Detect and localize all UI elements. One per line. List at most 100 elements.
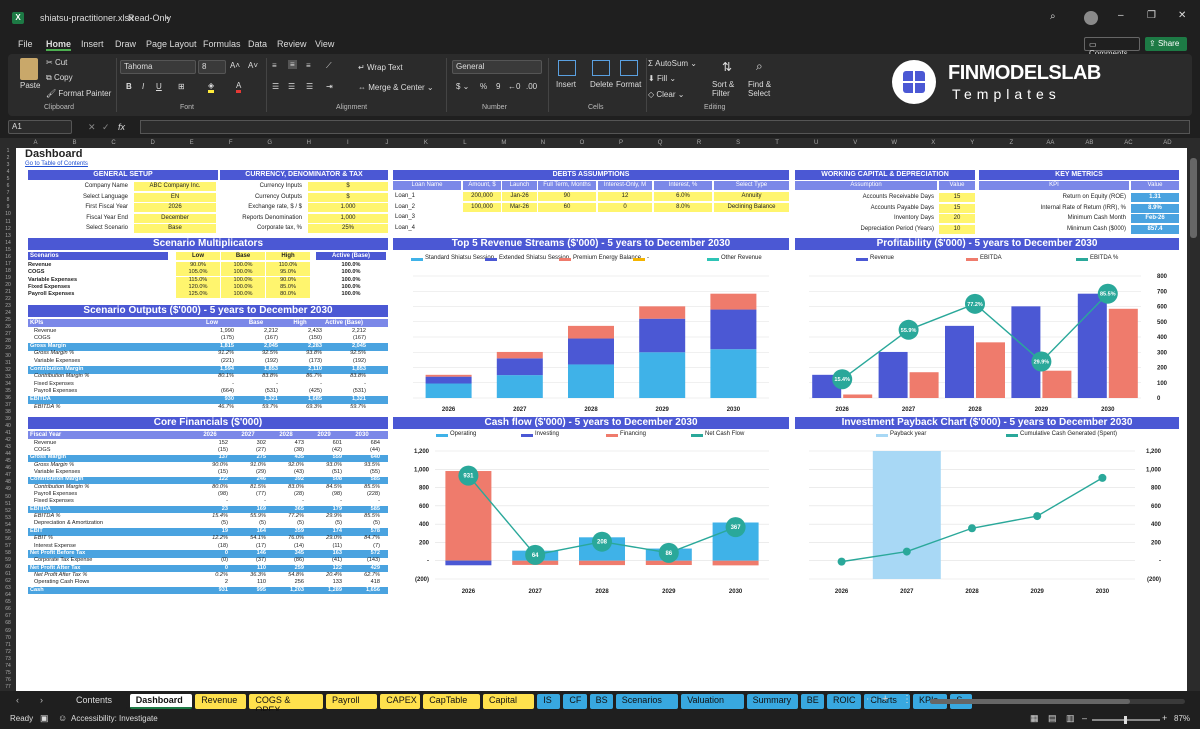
row-header[interactable]: 7 [0, 190, 16, 197]
row-header[interactable]: 50 [0, 494, 16, 501]
debt-input-cell[interactable]: Annuity [714, 192, 789, 201]
row-header[interactable]: 63 [0, 585, 16, 592]
orientation-icon[interactable]: ⟋ [326, 61, 332, 71]
page-break-view-icon[interactable]: ▥ [1066, 713, 1075, 724]
menu-formulas[interactable]: Formulas [203, 39, 241, 49]
row-header[interactable]: 58 [0, 550, 16, 557]
percent-icon[interactable]: % [480, 82, 487, 91]
row-header[interactable]: 70 [0, 635, 16, 642]
row-header[interactable]: 12 [0, 226, 16, 233]
row-header[interactable]: 71 [0, 642, 16, 649]
cancel-icon[interactable]: ✕ [88, 122, 96, 133]
tab-scenarios[interactable]: Scenarios [615, 694, 679, 709]
font-name-select[interactable]: Tahoma [120, 60, 196, 74]
tab-summary[interactable]: Summary [746, 694, 798, 709]
tab-cogs-opex[interactable]: COGS & OPEX [249, 694, 323, 715]
row-header[interactable]: 40 [0, 423, 16, 430]
column-header[interactable]: AA [1031, 138, 1070, 148]
row-header[interactable]: 45 [0, 458, 16, 465]
copy-button[interactable]: ⧉ Copy [46, 73, 73, 83]
italic-icon[interactable]: I [142, 82, 144, 91]
row-header[interactable]: 26 [0, 324, 16, 331]
debt-input-cell[interactable]: 0 [598, 202, 652, 212]
close-icon[interactable]: ✕ [1178, 10, 1186, 21]
row-header[interactable]: 28 [0, 338, 16, 345]
row-header[interactable]: 20 [0, 282, 16, 289]
fill-color-icon[interactable]: ◈ [208, 81, 215, 93]
row-header[interactable]: 47 [0, 472, 16, 479]
column-header[interactable]: Z [992, 138, 1031, 148]
cut-button[interactable]: ✂ Cut [46, 58, 67, 67]
row-header[interactable]: 8 [0, 197, 16, 204]
column-header[interactable]: O [562, 138, 601, 148]
column-header[interactable]: P [602, 138, 641, 148]
column-header[interactable]: L [445, 138, 484, 148]
metric-value[interactable]: 15 [939, 203, 975, 213]
row-header[interactable]: 25 [0, 317, 16, 324]
minimize-icon[interactable]: – [1118, 10, 1124, 21]
tab-captable[interactable]: CapTable [423, 694, 480, 709]
menu-insert[interactable]: Insert [81, 39, 104, 49]
debt-input-cell[interactable]: 6.0% [654, 192, 712, 201]
debt-input-cell[interactable]: Mar-26 [502, 202, 537, 212]
accessibility-status[interactable]: Accessibility: Investigate [71, 714, 158, 723]
wrap-text-button[interactable]: ↵ Wrap Text [358, 63, 403, 72]
share-button[interactable]: ⇪ Share [1145, 37, 1187, 51]
zoom-out-icon[interactable]: – [1082, 713, 1087, 723]
format-painter-button[interactable]: 🖌 Format Painter [46, 89, 111, 98]
input-cell[interactable]: 95.0% [266, 269, 310, 277]
input-cell[interactable]: 90.0% [266, 276, 310, 284]
row-header[interactable]: 42 [0, 437, 16, 444]
number-format-select[interactable]: General [452, 60, 542, 74]
input-cell[interactable]: 1.000 [308, 203, 388, 213]
row-header[interactable]: 39 [0, 416, 16, 423]
row-header[interactable]: 77 [0, 684, 16, 691]
row-header[interactable]: 2 [0, 155, 16, 162]
row-header[interactable]: 56 [0, 536, 16, 543]
comma-icon[interactable]: 9 [496, 82, 500, 91]
row-header[interactable]: 5 [0, 176, 16, 183]
column-header[interactable]: H [289, 138, 328, 148]
row-header[interactable]: 6 [0, 183, 16, 190]
column-header[interactable]: B [55, 138, 94, 148]
align-top-icon[interactable]: ≡ [272, 61, 277, 70]
clear-button[interactable]: ◇ Clear ⌄ [648, 90, 684, 99]
comments-button[interactable]: ▭ Comments [1084, 37, 1140, 58]
align-bottom-icon[interactable]: ≡ [306, 61, 311, 70]
format-cells-button[interactable]: Format [616, 80, 641, 89]
input-cell[interactable]: Base [134, 224, 216, 234]
align-middle-icon[interactable]: ≡ [288, 60, 297, 69]
row-header[interactable]: 76 [0, 677, 16, 684]
row-header[interactable]: 14 [0, 240, 16, 247]
row-header[interactable]: 36 [0, 395, 16, 402]
row-header[interactable]: 23 [0, 303, 16, 310]
column-header[interactable]: N [523, 138, 562, 148]
row-header[interactable]: 68 [0, 620, 16, 627]
restore-icon[interactable]: ❐ [1147, 10, 1156, 21]
input-cell[interactable]: $ [308, 192, 388, 202]
currency-icon[interactable]: $ ⌄ [456, 82, 469, 91]
input-cell[interactable]: 2026 [134, 203, 216, 213]
row-header[interactable]: 75 [0, 670, 16, 677]
row-header[interactable]: 35 [0, 388, 16, 395]
column-header[interactable]: C [94, 138, 133, 148]
row-header[interactable]: 49 [0, 486, 16, 493]
input-cell[interactable]: 100.0% [221, 283, 265, 291]
row-header[interactable]: 67 [0, 613, 16, 620]
row-header[interactable]: 62 [0, 578, 16, 585]
align-left-icon[interactable]: ☰ [272, 82, 279, 91]
insert-cells-button[interactable]: Insert [556, 80, 576, 89]
row-header[interactable]: 44 [0, 451, 16, 458]
debt-input-cell[interactable]: 12 [598, 192, 652, 201]
tab-bs[interactable]: BS [589, 694, 613, 709]
delete-cells-button[interactable]: Delete [590, 80, 613, 89]
row-header[interactable]: 59 [0, 557, 16, 564]
merge-center-button[interactable]: ⇔ Merge & Center ⌄ [358, 83, 434, 92]
input-cell[interactable]: December [134, 213, 216, 223]
row-header[interactable]: 72 [0, 649, 16, 656]
input-cell[interactable]: 100.0% [221, 269, 265, 277]
enter-icon[interactable]: ✓ [102, 122, 110, 133]
row-header[interactable]: 38 [0, 409, 16, 416]
indent-icon[interactable]: ⇥ [326, 82, 333, 91]
metric-value[interactable]: 15 [939, 193, 975, 202]
